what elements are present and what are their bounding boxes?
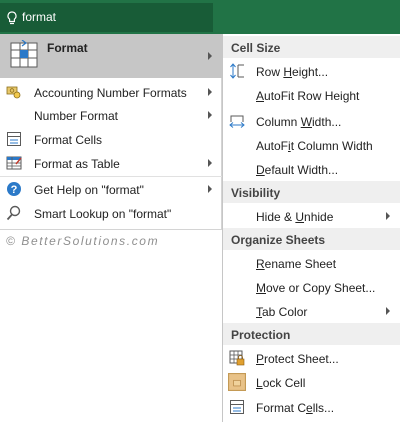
format-as-table-icon	[6, 156, 22, 170]
submenu-item-autofit-row-height[interactable]: AutoFit Row Height	[223, 83, 400, 107]
menu-item-label: Accounting Number Formats	[34, 86, 187, 100]
search-results-menu: Format Accounting Number Formats Number …	[0, 34, 222, 230]
submenu-item-protect-sheet[interactable]: Protect Sheet...	[223, 346, 400, 370]
submenu-item-hide-unhide[interactable]: Hide & Unhide	[223, 204, 400, 228]
lightbulb-icon	[7, 11, 17, 25]
ribbon-bar: format	[0, 0, 400, 34]
menu-item-format-cells[interactable]: Format Cells	[0, 128, 222, 150]
submenu-item-label: Hide & Unhide	[256, 210, 334, 224]
section-cell-size: Cell Size	[223, 36, 400, 58]
menu-item-number-format[interactable]: Number Format	[0, 104, 222, 126]
chevron-right-icon	[208, 88, 212, 96]
chevron-right-icon	[208, 111, 212, 119]
submenu-item-label: Rename Sheet	[256, 257, 337, 271]
chevron-right-icon	[208, 52, 212, 60]
format-icon	[10, 40, 38, 68]
submenu-item-label: AutoFit Row Height	[256, 89, 360, 103]
chevron-right-icon	[386, 212, 390, 220]
chevron-right-icon	[386, 307, 390, 315]
menu-item-label: Number Format	[34, 109, 119, 123]
section-title: Visibility	[231, 186, 281, 200]
submenu-item-default-width[interactable]: Default Width...	[223, 157, 400, 181]
submenu-item-label: Move or Copy Sheet...	[256, 281, 376, 295]
format-cells-icon	[7, 132, 21, 146]
format-menu-item[interactable]: Format	[0, 34, 222, 78]
section-visibility: Visibility	[223, 181, 400, 203]
submenu-item-lock-cell[interactable]: Lock Cell	[223, 370, 400, 394]
section-title: Protection	[231, 328, 291, 342]
submenu-item-label: Row Height...	[256, 65, 329, 79]
section-protection: Protection	[223, 323, 400, 345]
column-width-icon	[229, 115, 245, 128]
menu-item-label: Smart Lookup on "format"	[34, 207, 172, 221]
chevron-right-icon	[208, 185, 212, 193]
submenu-item-tab-color[interactable]: Tab Color	[223, 299, 400, 323]
format-submenu: Cell Size Row Height... AutoFit Row Heig…	[222, 34, 400, 422]
watermark: © BetterSolutions.com	[6, 234, 160, 248]
accounting-format-icon	[6, 86, 21, 99]
svg-text:?: ?	[11, 184, 18, 196]
menu-item-label: Format Cells	[34, 133, 103, 147]
submenu-item-row-height[interactable]: Row Height...	[223, 59, 400, 83]
smart-lookup-icon	[6, 205, 21, 221]
menu-item-label: Get Help on "format"	[34, 183, 144, 197]
search-query[interactable]: format	[22, 10, 56, 24]
chevron-right-icon	[208, 159, 212, 167]
submenu-item-autofit-column-width[interactable]: AutoFit Column Width	[223, 133, 400, 157]
tell-me-search[interactable]: format	[0, 3, 213, 32]
section-title: Cell Size	[231, 41, 281, 55]
menu-item-smart-lookup[interactable]: Smart Lookup on "format"	[0, 202, 222, 224]
protect-sheet-icon	[229, 350, 245, 366]
submenu-item-rename-sheet[interactable]: Rename Sheet	[223, 251, 400, 275]
menu-item-format-as-table[interactable]: Format as Table	[0, 152, 222, 174]
submenu-item-label: AutoFit Column Width	[256, 139, 373, 153]
submenu-item-label: Protect Sheet...	[256, 352, 339, 366]
submenu-item-label: Default Width...	[256, 163, 339, 177]
menu-item-get-help[interactable]: ? Get Help on "format"	[0, 178, 222, 200]
format-label: Format	[47, 41, 88, 55]
format-cells-icon	[230, 400, 244, 414]
submenu-item-move-copy-sheet[interactable]: Move or Copy Sheet...	[223, 275, 400, 299]
section-title: Organize Sheets	[231, 233, 326, 247]
submenu-item-label: Format Cells...	[256, 401, 335, 415]
submenu-item-format-cells[interactable]: Format Cells...	[223, 395, 400, 419]
submenu-item-column-width[interactable]: Column Width...	[223, 109, 400, 133]
lock-cell-icon	[228, 373, 246, 391]
section-organize-sheets: Organize Sheets	[223, 228, 400, 250]
help-icon: ?	[7, 182, 21, 196]
submenu-item-label: Lock Cell	[256, 376, 306, 390]
menu-item-label: Format as Table	[34, 157, 120, 171]
row-height-icon	[230, 63, 244, 79]
menu-separator	[0, 176, 222, 177]
submenu-item-label: Column Width...	[256, 115, 342, 129]
menu-item-accounting-number-formats[interactable]: Accounting Number Formats	[0, 81, 222, 103]
submenu-item-label: Tab Color	[256, 305, 308, 319]
